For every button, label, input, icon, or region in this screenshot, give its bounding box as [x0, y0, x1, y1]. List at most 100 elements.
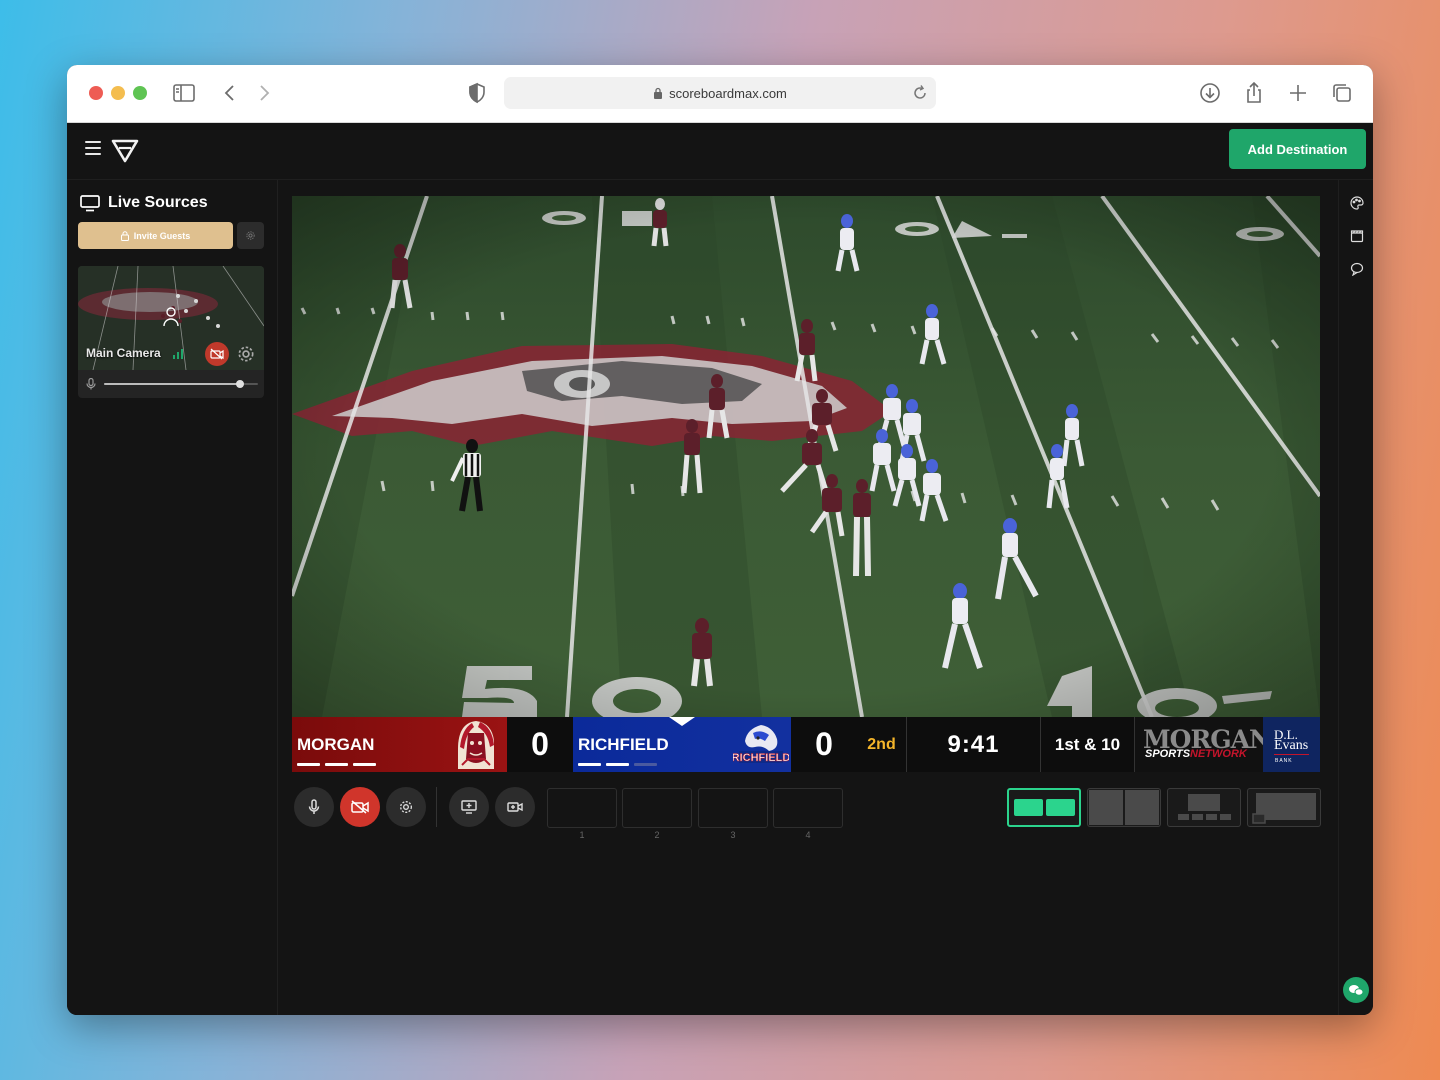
timeout-bar-used	[634, 763, 657, 766]
browser-window: scoreboardmax.com Add Destination Live S…	[67, 65, 1373, 1015]
grid-layout-icon	[1178, 794, 1231, 820]
live-sources-header: Live Sources	[80, 194, 208, 212]
microphone-icon	[308, 799, 320, 814]
away-team-panel: RICHFIELD RICHFIELD	[573, 717, 791, 772]
settings-button[interactable]	[386, 787, 426, 827]
camera-off-button[interactable]	[205, 342, 229, 366]
camera-toggle-button[interactable]	[340, 787, 380, 827]
away-team-name: RICHFIELD	[578, 735, 669, 754]
invite-guests-button[interactable]: Invite Guests	[78, 222, 233, 249]
shield-icon[interactable]	[465, 81, 489, 105]
forward-icon[interactable]	[252, 81, 276, 105]
url-text: scoreboardmax.com	[669, 85, 787, 101]
sponsor-logo: D.L. Evans BANK	[1263, 717, 1320, 772]
possession-indicator	[669, 717, 695, 726]
source-card-main-camera[interactable]: Main Camera	[78, 266, 264, 398]
right-toolbar	[1338, 180, 1373, 1015]
chat-icon	[1349, 985, 1364, 996]
scene-slot-number: 1	[579, 830, 585, 840]
monitor-icon	[80, 194, 100, 211]
invite-settings-button[interactable]	[237, 222, 264, 249]
scene-slot[interactable]	[698, 788, 768, 828]
scene-slot[interactable]	[773, 788, 843, 828]
sponsor-line2: Evans	[1274, 738, 1309, 753]
game-clock: 9:41	[907, 717, 1041, 772]
source-settings-icon[interactable]	[236, 344, 256, 364]
scene-slot[interactable]	[547, 788, 617, 828]
away-timeouts	[578, 763, 657, 766]
network-logo: MORGAN SPORTSNETWORK	[1135, 717, 1272, 772]
quarter: 2nd	[857, 717, 907, 772]
add-camera-icon	[507, 802, 523, 812]
signal-strength-icon	[173, 349, 183, 359]
camera-off-icon	[210, 348, 224, 360]
reload-icon[interactable]	[910, 83, 930, 103]
home-timeouts	[297, 763, 376, 766]
timeout-bar	[606, 763, 629, 766]
new-tab-icon[interactable]	[1286, 81, 1310, 105]
share-icon[interactable]	[1242, 81, 1266, 105]
picture-in-picture-layout-icon	[1252, 793, 1316, 824]
sponsor-divider	[1274, 754, 1309, 755]
picture-in-picture-layout[interactable]	[1247, 788, 1321, 827]
scoreboard: MORGAN 0 RICHFIELD RICHFIELD 0 2nd 9:41 …	[292, 717, 1320, 772]
camera-off-icon	[351, 800, 369, 814]
home-score: 0	[507, 717, 573, 772]
richfield-logo: RICHFIELD	[733, 725, 789, 764]
volume-slider[interactable]	[104, 380, 258, 388]
live-sources-sidebar: Live Sources Invite Guests Main Camera	[67, 180, 278, 1015]
down-and-distance: 1st & 10	[1041, 717, 1135, 772]
controls-divider	[436, 787, 437, 827]
scene-slot-number: 3	[730, 830, 736, 840]
timeout-bar	[353, 763, 376, 766]
zoom-window-button[interactable]	[133, 86, 147, 100]
address-bar[interactable]: scoreboardmax.com	[504, 77, 936, 109]
sponsor-line3: BANK	[1275, 758, 1293, 764]
scene-slot-number: 2	[654, 830, 660, 840]
microphone-icon	[86, 378, 96, 390]
volume-slider-fill	[104, 383, 240, 385]
close-window-button[interactable]	[89, 86, 103, 100]
split-layout-icon	[1089, 790, 1159, 825]
scene-slot-number: 4	[805, 830, 811, 840]
gear-icon	[246, 231, 255, 240]
lock-icon	[120, 230, 129, 241]
share-screen-button[interactable]	[449, 787, 489, 827]
add-destination-button[interactable]: Add Destination	[1229, 129, 1366, 169]
morgan-logo	[458, 721, 494, 769]
browser-toolbar: scoreboardmax.com	[67, 65, 1373, 123]
add-camera-button[interactable]	[495, 787, 535, 827]
minimize-window-button[interactable]	[111, 86, 125, 100]
invite-guests-label: Invite Guests	[133, 230, 191, 241]
side-by-side-layout-icon	[1014, 799, 1075, 816]
microphone-button[interactable]	[294, 787, 334, 827]
timeout-bar	[578, 763, 601, 766]
sidebar-icon[interactable]	[172, 81, 196, 105]
tabs-icon[interactable]	[1330, 81, 1354, 105]
lock-icon	[654, 87, 663, 99]
program-video	[292, 196, 1320, 717]
comment-icon[interactable]	[1350, 262, 1364, 276]
app-logo[interactable]	[111, 136, 139, 164]
live-sources-title: Live Sources	[108, 194, 208, 211]
side-by-side-layout[interactable]	[1007, 788, 1081, 827]
scene-slot[interactable]	[622, 788, 692, 828]
grid-layout[interactable]	[1167, 788, 1241, 827]
app-header: Add Destination	[67, 123, 1373, 180]
home-team-panel: MORGAN	[292, 717, 507, 772]
network-line2: SPORTSNETWORK	[1145, 748, 1247, 760]
back-icon[interactable]	[218, 81, 242, 105]
source-label: Main Camera	[86, 346, 161, 360]
download-icon[interactable]	[1198, 81, 1222, 105]
away-score: 0	[791, 717, 857, 772]
svg-text:RICHFIELD: RICHFIELD	[733, 752, 789, 764]
timeout-bar	[297, 763, 320, 766]
palette-icon[interactable]	[1350, 196, 1364, 210]
home-team-name: MORGAN	[297, 735, 375, 754]
timeout-bar	[325, 763, 348, 766]
clapperboard-icon[interactable]	[1350, 229, 1364, 243]
chat-widget-button[interactable]	[1343, 977, 1369, 1003]
split-layout[interactable]	[1087, 788, 1161, 827]
menu-icon[interactable]	[85, 141, 101, 157]
volume-slider-handle[interactable]	[235, 380, 244, 388]
